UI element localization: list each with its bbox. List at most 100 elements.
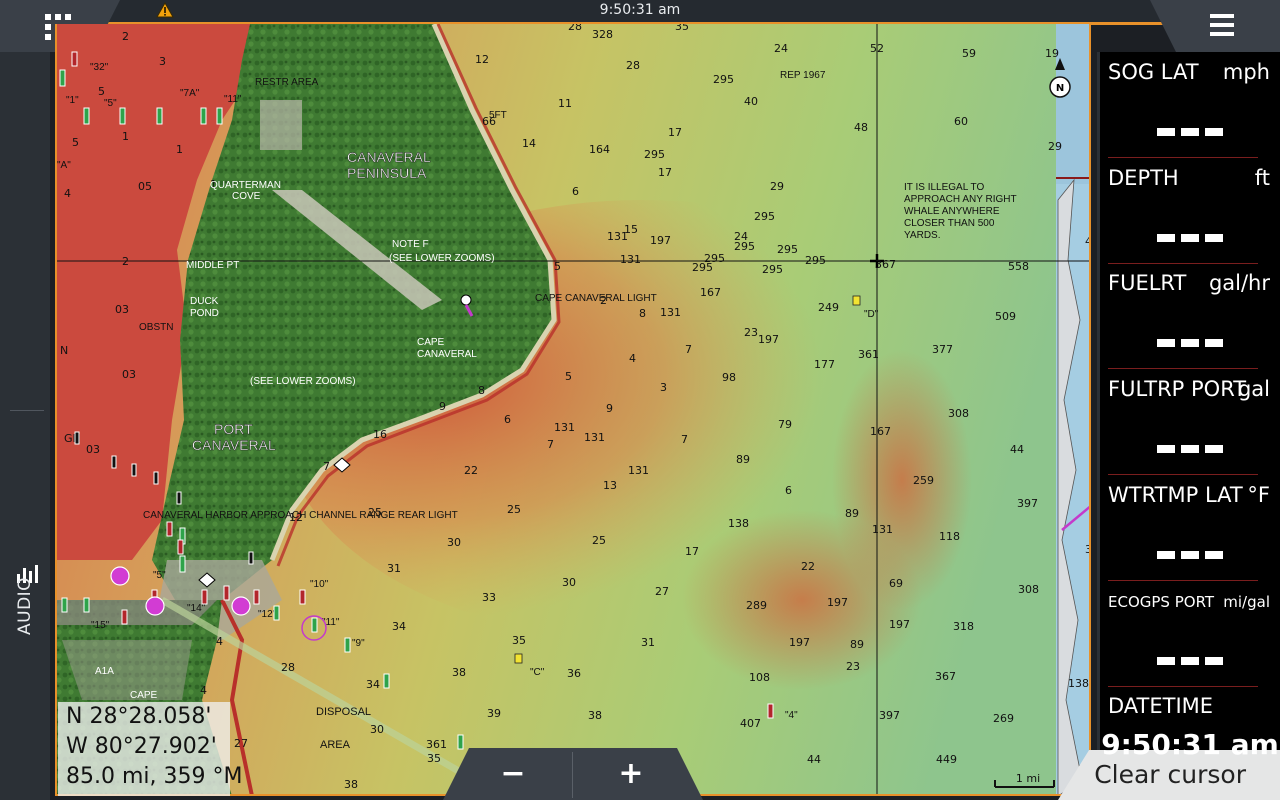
depth-sounding: 89 (845, 507, 859, 520)
cursor-coordinates: N 28°28.058' W 80°27.902' 85.0 mi, 359 °… (58, 702, 242, 796)
depth-sounding: 4 (216, 635, 223, 648)
red-buoy-icon (201, 589, 208, 605)
depth-sounding: 4 (629, 352, 636, 365)
depth-sounding: 23 (744, 326, 758, 339)
svg-text:YARDS.: YARDS. (904, 230, 941, 241)
depth-sounding: 131 (628, 464, 649, 477)
data-box-datetime[interactable]: DATETIME 9:50:31 am (1100, 686, 1280, 792)
depth-sounding: 164 (589, 143, 610, 156)
cursor-longitude: W 80°27.902' (66, 734, 217, 759)
depth-sounding: 295 (754, 210, 775, 223)
depth-sounding: 44 (1085, 235, 1091, 248)
hamburger-menu-icon[interactable] (1210, 13, 1234, 37)
depth-sounding: 33 (482, 591, 496, 604)
depth-sounding: 108 (749, 671, 770, 684)
depth-sounding: 30 (370, 723, 384, 736)
depth-sounding: 17 (685, 545, 699, 558)
depth-sounding: 59 (962, 47, 976, 60)
depth-sounding: 138 (728, 517, 749, 530)
black-marker-icon (248, 551, 254, 565)
depth-sounding: 367 (875, 258, 896, 271)
svg-text:N: N (1056, 83, 1064, 94)
depth-sounding: 397 (879, 709, 900, 722)
data-box-fultrp[interactable]: FULTRP PORT gal (1100, 369, 1280, 475)
depth-sounding: 17 (668, 126, 682, 139)
green-buoy-icon (83, 597, 90, 613)
depth-sounding: 03 (122, 368, 136, 381)
depth-sounding: 34 (366, 678, 380, 691)
data-box-wtrtmp[interactable]: WTRTMP LAT °F (1100, 475, 1280, 581)
depth-sounding: 558 (1008, 260, 1029, 273)
svg-text:"15": "15" (91, 620, 110, 631)
depth-sounding: 5 (554, 260, 561, 273)
zoom-in-button[interactable]: + (591, 754, 671, 794)
red-buoy-icon (121, 609, 128, 625)
svg-text:"32": "32" (90, 62, 109, 73)
svg-text:(SEE LOWER ZOOMS): (SEE LOWER ZOOMS) (250, 376, 356, 387)
svg-text:DISPOSAL: DISPOSAL (316, 706, 371, 718)
depth-sounding: 197 (650, 234, 671, 247)
data-label: WTRTMP LAT (1108, 483, 1243, 507)
data-label: SOG LAT (1108, 60, 1199, 84)
depth-sounding: 7 (685, 343, 692, 356)
data-label: FUELRT (1108, 271, 1187, 295)
depth-sounding: 38 (452, 666, 466, 679)
zoom-out-button[interactable]: − (473, 754, 553, 794)
data-value (1100, 321, 1280, 354)
data-box-ecogps[interactable]: ECOGPS PORT mi/gal (1100, 581, 1280, 687)
data-unit: mi/gal (1223, 593, 1270, 611)
green-buoy-icon (59, 69, 66, 87)
depth-sounding: 35 (512, 634, 526, 647)
depth-sounding: 29 (770, 180, 784, 193)
cursor-latitude: N 28°28.058' (66, 704, 212, 729)
depth-sounding: 27 (655, 585, 669, 598)
data-label: FULTRP PORT (1108, 377, 1247, 401)
depth-sounding: 295 (805, 254, 826, 267)
svg-text:CANAVERAL: CANAVERAL (417, 349, 477, 360)
label-canaveral-peninsula: CANAVERAL (347, 149, 431, 165)
data-unit: °F (1247, 483, 1270, 507)
depth-sounding: 6 (504, 413, 511, 426)
data-box-depth[interactable]: DEPTH ft (1100, 158, 1280, 264)
green-buoy-icon (311, 617, 318, 633)
green-buoy-icon (200, 107, 207, 125)
menu-tab[interactable] (1150, 0, 1280, 52)
depth-sounding: 3 (660, 381, 667, 394)
svg-text:1 mi: 1 mi (1016, 772, 1040, 785)
depth-sounding: 4 (200, 684, 207, 697)
depth-sounding: 7 (547, 438, 554, 451)
green-buoy-icon (457, 734, 464, 750)
depth-sounding: 8 (639, 307, 646, 320)
depth-sounding: 17 (658, 166, 672, 179)
red-buoy-icon (166, 521, 173, 537)
chart-canvas[interactable]: 235151405 120303NGN03283283524 52 59 1912 282… (57, 24, 1091, 796)
depth-sounding: 118 (939, 530, 960, 543)
red-buoy-icon (177, 539, 184, 555)
svg-text:(SEE LOWER ZOOMS): (SEE LOWER ZOOMS) (389, 253, 495, 264)
data-box-fuelrt[interactable]: FUELRT gal/hr (1100, 263, 1280, 369)
depth-sounding: 03 (86, 443, 100, 456)
depth-sounding: 31 (1085, 543, 1091, 556)
data-unit: gal (1237, 377, 1270, 401)
data-box-sog[interactable]: SOG LAT mph (1100, 52, 1280, 158)
depth-sounding: 12 (475, 53, 489, 66)
chart-map[interactable]: 2 3 5 1 5 1 4 05 1 2 03 03 N GN 03 28 328 35 24 52 59 19 12 28 2… (55, 24, 1091, 796)
depth-sounding: 35 (427, 752, 441, 765)
depth-sounding: 89 (736, 453, 750, 466)
depth-sounding: 6 (572, 185, 579, 198)
depth-sounding: 361 (426, 738, 447, 751)
depth-sounding: 98 (722, 371, 736, 384)
depth-sounding: 449 (936, 753, 957, 766)
data-panel: SOG LAT mph DEPTH ft FUELRT gal/hr FULTR… (1097, 52, 1280, 761)
svg-text:"7A": "7A" (180, 88, 200, 99)
depth-sounding: 3 (159, 55, 166, 68)
depth-sounding: 48 (854, 121, 868, 134)
depth-sounding: 131 (620, 253, 641, 266)
depth-sounding: 9 (606, 402, 613, 415)
black-marker-icon (111, 455, 117, 469)
svg-text:"A": "A" (57, 160, 71, 171)
audio-label: AUDIO (15, 576, 35, 635)
zoom-divider (572, 752, 573, 798)
depth-sounding: 03 (115, 303, 129, 316)
svg-text:"14": "14" (187, 603, 206, 614)
